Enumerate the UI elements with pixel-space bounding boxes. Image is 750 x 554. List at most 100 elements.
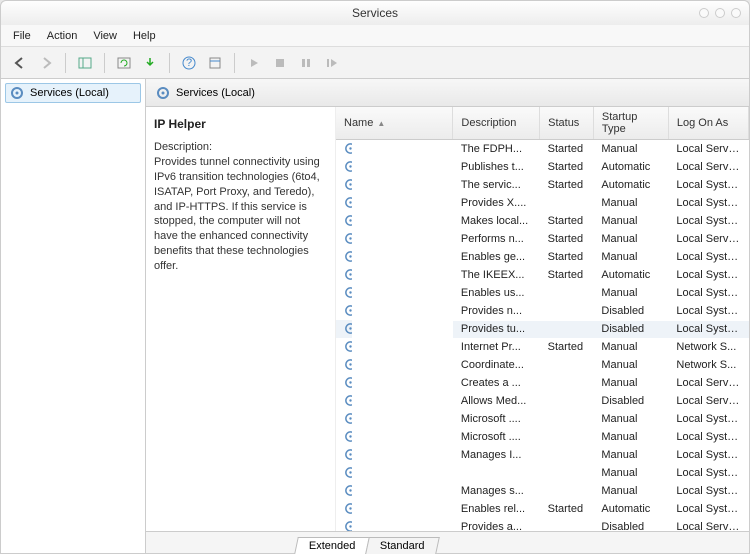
cell-description: Provides n... <box>453 302 540 320</box>
description-text: Provides tunnel connectivity using IPv6 … <box>154 155 327 274</box>
menu-action[interactable]: Action <box>47 30 78 42</box>
cell-status: Started <box>540 212 594 230</box>
table-row[interactable]: HomeGroup ListenerMakes local...StartedM… <box>336 212 749 230</box>
toolbar-separator <box>169 53 170 73</box>
cell-name: Media Center Exte... <box>336 392 352 410</box>
col-startup-type[interactable]: Startup Type <box>593 107 668 140</box>
restart-service-button[interactable] <box>321 52 343 74</box>
table-row[interactable]: IKE and AuthIP IPs...The IKEEX...Started… <box>336 266 749 284</box>
table-row[interactable]: Net.Tcp Port Sharin...Provides a...Disab… <box>336 518 749 531</box>
table-row[interactable]: Function Discovery ...The FDPH...Started… <box>336 140 749 159</box>
cell-description <box>453 464 540 482</box>
cell-startup-type: Manual <box>593 428 668 446</box>
cell-status: Started <box>540 248 594 266</box>
close-button[interactable] <box>731 8 741 18</box>
table-row[interactable]: Microsoft .NET Fra...Microsoft ....Manua… <box>336 428 749 446</box>
forward-button[interactable] <box>35 52 57 74</box>
cell-log-on-as: Network S... <box>668 338 748 356</box>
table-row[interactable]: Health Key and Cer...Provides X....Manua… <box>336 194 749 212</box>
selected-service-name: IP Helper <box>154 117 327 131</box>
services-window: Services File Action View Help ? <box>0 0 750 554</box>
service-gear-icon <box>344 376 352 389</box>
table-row[interactable]: Multimedia Class Sc...Enables rel...Star… <box>336 500 749 518</box>
table-row[interactable]: Microsoft iSCSI Initi...Manages I...Manu… <box>336 446 749 464</box>
stop-service-button[interactable] <box>269 52 291 74</box>
services-table-pane[interactable]: Name▲ Description Status Startup Type Lo… <box>336 107 749 531</box>
cell-log-on-as: Local System <box>668 248 748 266</box>
menu-file[interactable]: File <box>13 30 31 42</box>
table-row[interactable]: KtmRm for Distribut...Coordinate...Manua… <box>336 356 749 374</box>
service-gear-icon <box>344 214 352 227</box>
service-gear-icon <box>344 232 352 245</box>
menu-help[interactable]: Help <box>133 30 156 42</box>
cell-name: Human Interface D... <box>336 248 352 266</box>
table-row[interactable]: Microsoft Software ...Manages s...Manual… <box>336 482 749 500</box>
col-log-on-as[interactable]: Log On As <box>668 107 748 140</box>
tab-standard[interactable]: Standard <box>366 537 440 554</box>
cell-log-on-as: Local Service <box>668 230 748 248</box>
maximize-button[interactable] <box>715 8 725 18</box>
refresh-all-button[interactable] <box>113 52 135 74</box>
cell-log-on-as: Network S... <box>668 356 748 374</box>
window-title: Services <box>352 6 398 20</box>
detail-pane: Services (Local) IP Helper Description: … <box>146 79 749 553</box>
cell-startup-type: Automatic <box>593 266 668 284</box>
start-service-button[interactable] <box>243 52 265 74</box>
table-row[interactable]: Microsoft SharePoi...ManualLocal System <box>336 464 749 482</box>
service-gear-icon <box>344 340 352 353</box>
col-name[interactable]: Name▲ <box>336 107 453 140</box>
cell-status: Started <box>540 338 594 356</box>
col-status[interactable]: Status <box>540 107 594 140</box>
cell-status <box>540 482 594 500</box>
export-list-button[interactable] <box>139 52 161 74</box>
cell-startup-type: Manual <box>593 194 668 212</box>
cell-status <box>540 320 594 338</box>
service-gear-icon <box>344 196 352 209</box>
cell-name: KtmRm for Distribut... <box>336 356 352 374</box>
help-button[interactable]: ? <box>178 52 200 74</box>
cell-name: Internet Connectio... <box>336 302 352 320</box>
service-gear-icon <box>344 268 352 281</box>
cell-startup-type: Manual <box>593 356 668 374</box>
service-gear-icon <box>344 484 352 497</box>
service-gear-icon <box>344 430 352 443</box>
cell-startup-type: Disabled <box>593 392 668 410</box>
show-hide-tree-button[interactable] <box>74 52 96 74</box>
cell-name: Interactive Service... <box>336 284 352 302</box>
table-row[interactable]: Group Policy ClientThe servic...StartedA… <box>336 176 749 194</box>
properties-button[interactable] <box>204 52 226 74</box>
tree-item-services-local[interactable]: Services (Local) <box>5 83 141 103</box>
description-pane: IP Helper Description: Provides tunnel c… <box>146 107 336 531</box>
table-row[interactable]: IPsec Policy AgentInternet Pr...StartedM… <box>336 338 749 356</box>
table-row[interactable]: HomeGroup ProviderPerforms n...StartedMa… <box>336 230 749 248</box>
tab-extended[interactable]: Extended <box>294 537 370 554</box>
cell-description: Publishes t... <box>453 158 540 176</box>
cell-description: The IKEEX... <box>453 266 540 284</box>
cell-log-on-as: Local Service <box>668 392 748 410</box>
minimize-button[interactable] <box>699 8 709 18</box>
table-row[interactable]: Function Discovery ...Publishes t...Star… <box>336 158 749 176</box>
table-row[interactable]: Internet Connectio...Provides n...Disabl… <box>336 302 749 320</box>
cell-description: Microsoft .... <box>453 410 540 428</box>
table-row[interactable]: Human Interface D...Enables ge...Started… <box>336 248 749 266</box>
table-row[interactable]: IP HelperProvides tu...DisabledLocal Sys… <box>336 320 749 338</box>
cell-startup-type: Manual <box>593 212 668 230</box>
pause-service-button[interactable] <box>295 52 317 74</box>
table-row[interactable]: Microsoft .NET Fra...Microsoft ....Manua… <box>336 410 749 428</box>
table-row[interactable]: Media Center Exte...Allows Med...Disable… <box>336 392 749 410</box>
col-description[interactable]: Description <box>453 107 540 140</box>
cell-log-on-as: Local Service <box>668 518 748 531</box>
service-gear-icon <box>344 142 352 155</box>
service-gear-icon <box>344 322 352 335</box>
view-tabs: Extended Standard <box>146 531 749 553</box>
body: Services (Local) Services (Local) IP Hel… <box>1 79 749 553</box>
service-gear-icon <box>344 286 352 299</box>
detail-header: Services (Local) <box>146 79 749 107</box>
cell-status <box>540 356 594 374</box>
cell-log-on-as: Local System <box>668 302 748 320</box>
table-row[interactable]: Interactive Service...Enables us...Manua… <box>336 284 749 302</box>
menu-view[interactable]: View <box>93 30 117 42</box>
back-button[interactable] <box>9 52 31 74</box>
titlebar: Services <box>1 1 749 25</box>
table-row[interactable]: Link-Layer Topolog...Creates a ...Manual… <box>336 374 749 392</box>
